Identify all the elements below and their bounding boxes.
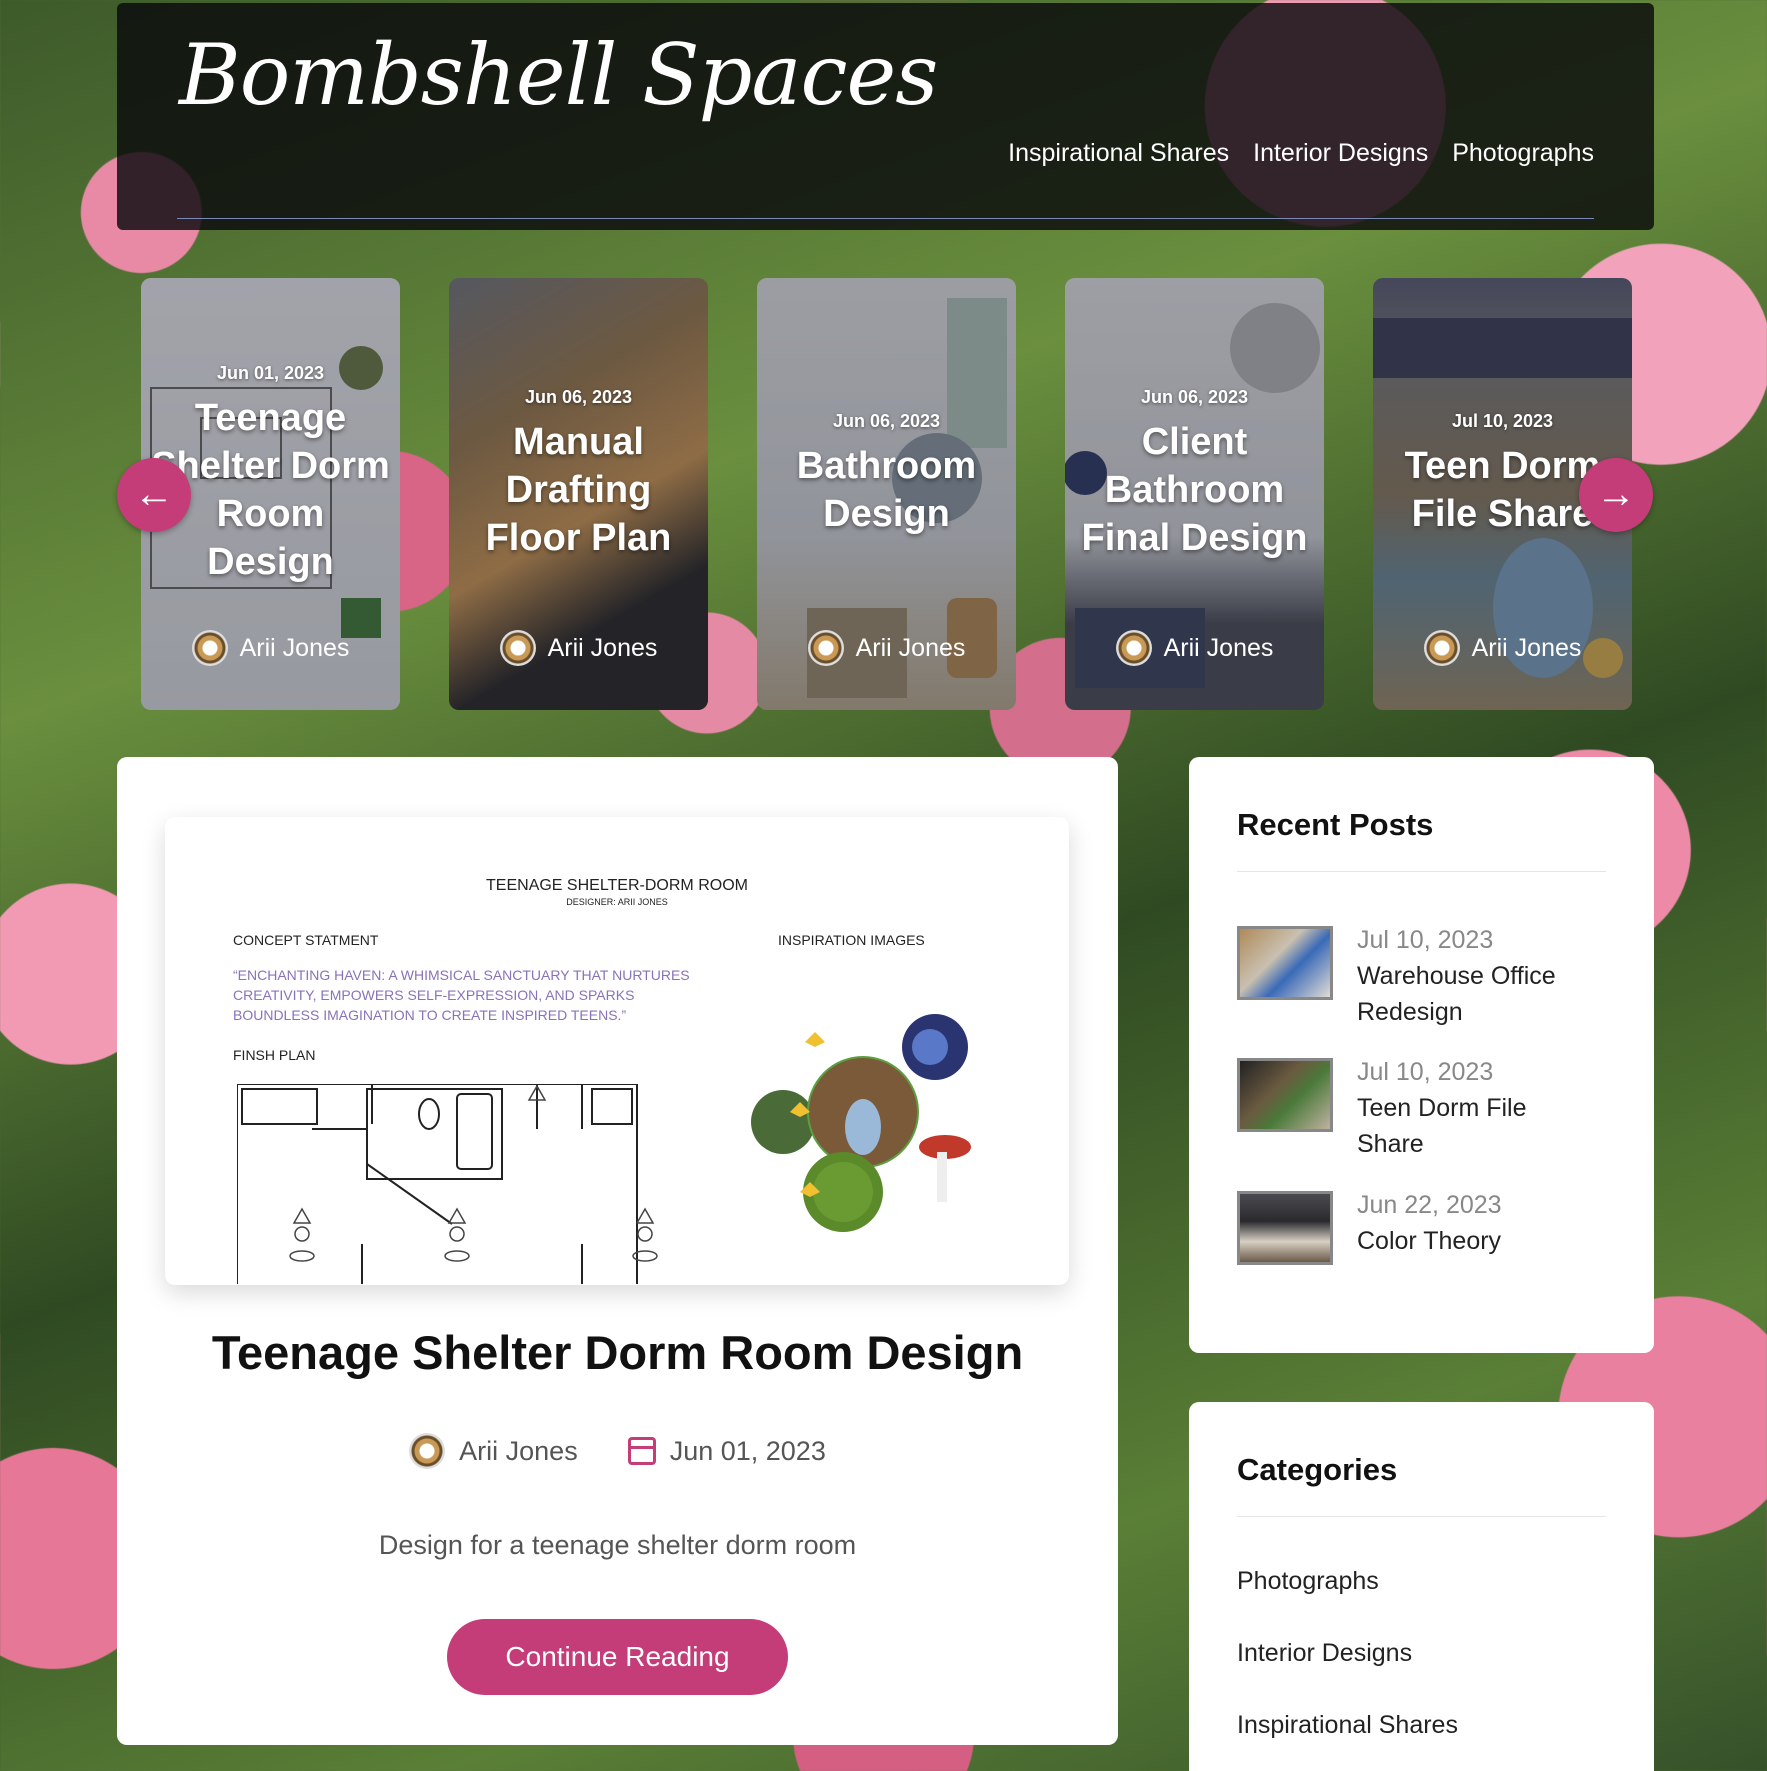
floor-plan-drawing [237,1084,658,1284]
carousel-card[interactable]: Jun 06, 2023 Manual Drafting Floor Plan … [449,278,708,710]
nav-item-photographs[interactable]: Photographs [1452,139,1594,168]
widget-divider [1237,871,1606,872]
category-inspirational-shares[interactable]: Inspirational Shares [1237,1711,1458,1740]
card-author: Arii Jones [449,630,708,666]
author-avatar [1423,630,1460,666]
site-header: Bombshell Spaces Inspirational Shares In… [117,3,1654,230]
recent-post-date: Jun 22, 2023 [1357,1191,1502,1219]
author-avatar [1115,630,1152,666]
featured-carousel: Jun 01, 2023 Teenage Shelter Dorm Room D… [117,278,1654,710]
category-interior-designs[interactable]: Interior Designs [1237,1639,1412,1668]
main-nav: Inspirational Shares Interior Designs Ph… [1008,139,1594,168]
concept-quote: “ENCHANTING HAVEN: A WHIMSICAL SANCTUARY… [233,967,690,1023]
post-author[interactable]: Arii Jones [409,1433,578,1469]
calendar-icon [627,1437,656,1465]
recent-posts-heading: Recent Posts [1237,807,1434,842]
site-logo[interactable]: Bombshell Spaces [179,33,938,117]
category-photographs[interactable]: Photographs [1237,1567,1379,1596]
nav-item-inspirational-shares[interactable]: Inspirational Shares [1008,139,1229,168]
author-avatar [499,630,536,666]
nav-item-interior-designs[interactable]: Interior Designs [1253,139,1428,168]
carousel-card[interactable]: Jun 06, 2023 Bathroom Design Arii Jones [757,278,1016,710]
card-title[interactable]: Bathroom Design [767,442,1006,538]
card-date: Jul 10, 2023 [1451,410,1554,431]
post-card: TEENAGE SHELTER-DORM ROOM DESIGNER: ARII… [117,757,1118,1745]
author-avatar [191,630,228,666]
card-date: Jun 06, 2023 [1140,386,1249,407]
post-meta: Arii Jones Jun 01, 2023 [117,1433,1118,1469]
post-thumbnail[interactable] [1237,1058,1333,1132]
concept-label: CONCEPT STATMENT [233,932,379,948]
categories-heading: Categories [1237,1452,1398,1487]
post-thumbnail[interactable] [1237,1191,1333,1265]
carousel-card[interactable]: Jun 06, 2023 Client Bathroom Final Desig… [1065,278,1324,710]
card-date: Jun 01, 2023 [216,362,325,383]
card-title[interactable]: Client Bathroom Final Design [1075,418,1314,562]
carousel-prev-button[interactable]: ← [117,458,191,532]
card-date: Jun 06, 2023 [832,410,941,431]
post-excerpt: Design for a teenage shelter dorm room [378,1530,857,1560]
carousel-next-button[interactable]: → [1579,458,1653,532]
post-title[interactable]: Teenage Shelter Dorm Room Design [117,1325,1118,1380]
recent-post-title[interactable]: Color Theory [1357,1223,1597,1259]
inspiration-collage [751,1014,971,1232]
inspiration-label: INSPIRATION IMAGES [778,932,925,948]
board-title: TEENAGE SHELTER-DORM ROOM [486,877,748,894]
recent-post-title[interactable]: Teen Dorm File Share [1357,1090,1597,1162]
recent-post-date: Jul 10, 2023 [1357,1058,1494,1086]
card-date: Jun 06, 2023 [524,386,633,407]
categories-widget: Categories Photographs Interior Designs … [1189,1402,1654,1771]
continue-reading-button[interactable]: Continue Reading [447,1619,788,1695]
widget-divider [1237,1516,1606,1517]
recent-post-item[interactable]: Jun 22, 2023 Color Theory [1237,1187,1597,1265]
recent-post-date: Jul 10, 2023 [1357,926,1494,954]
recent-post-item[interactable]: Jul 10, 2023 Teen Dorm File Share [1237,1054,1597,1162]
recent-post-item[interactable]: Jul 10, 2023 Warehouse Office Redesign [1237,922,1597,1030]
arrow-right-icon: → [1596,472,1636,516]
board-designer: DESIGNER: ARII JONES [566,897,668,907]
author-avatar [807,630,844,666]
card-author: Arii Jones [1373,630,1632,666]
card-author: Arii Jones [757,630,1016,666]
card-author: Arii Jones [1065,630,1324,666]
author-avatar [409,1433,446,1469]
recent-post-title[interactable]: Warehouse Office Redesign [1357,958,1597,1030]
card-title[interactable]: Manual Drafting Floor Plan [459,418,698,562]
featured-image[interactable]: TEENAGE SHELTER-DORM ROOM DESIGNER: ARII… [165,817,1069,1285]
post-date: Jun 01, 2023 [627,1436,826,1467]
header-divider [177,218,1594,219]
post-thumbnail[interactable] [1237,926,1333,1000]
card-author: Arii Jones [141,630,400,666]
arrow-left-icon: ← [134,472,174,516]
plan-label: FINSH PLAN [233,1047,316,1063]
recent-posts-widget: Recent Posts Jul 10, 2023 Warehouse Offi… [1189,757,1654,1353]
